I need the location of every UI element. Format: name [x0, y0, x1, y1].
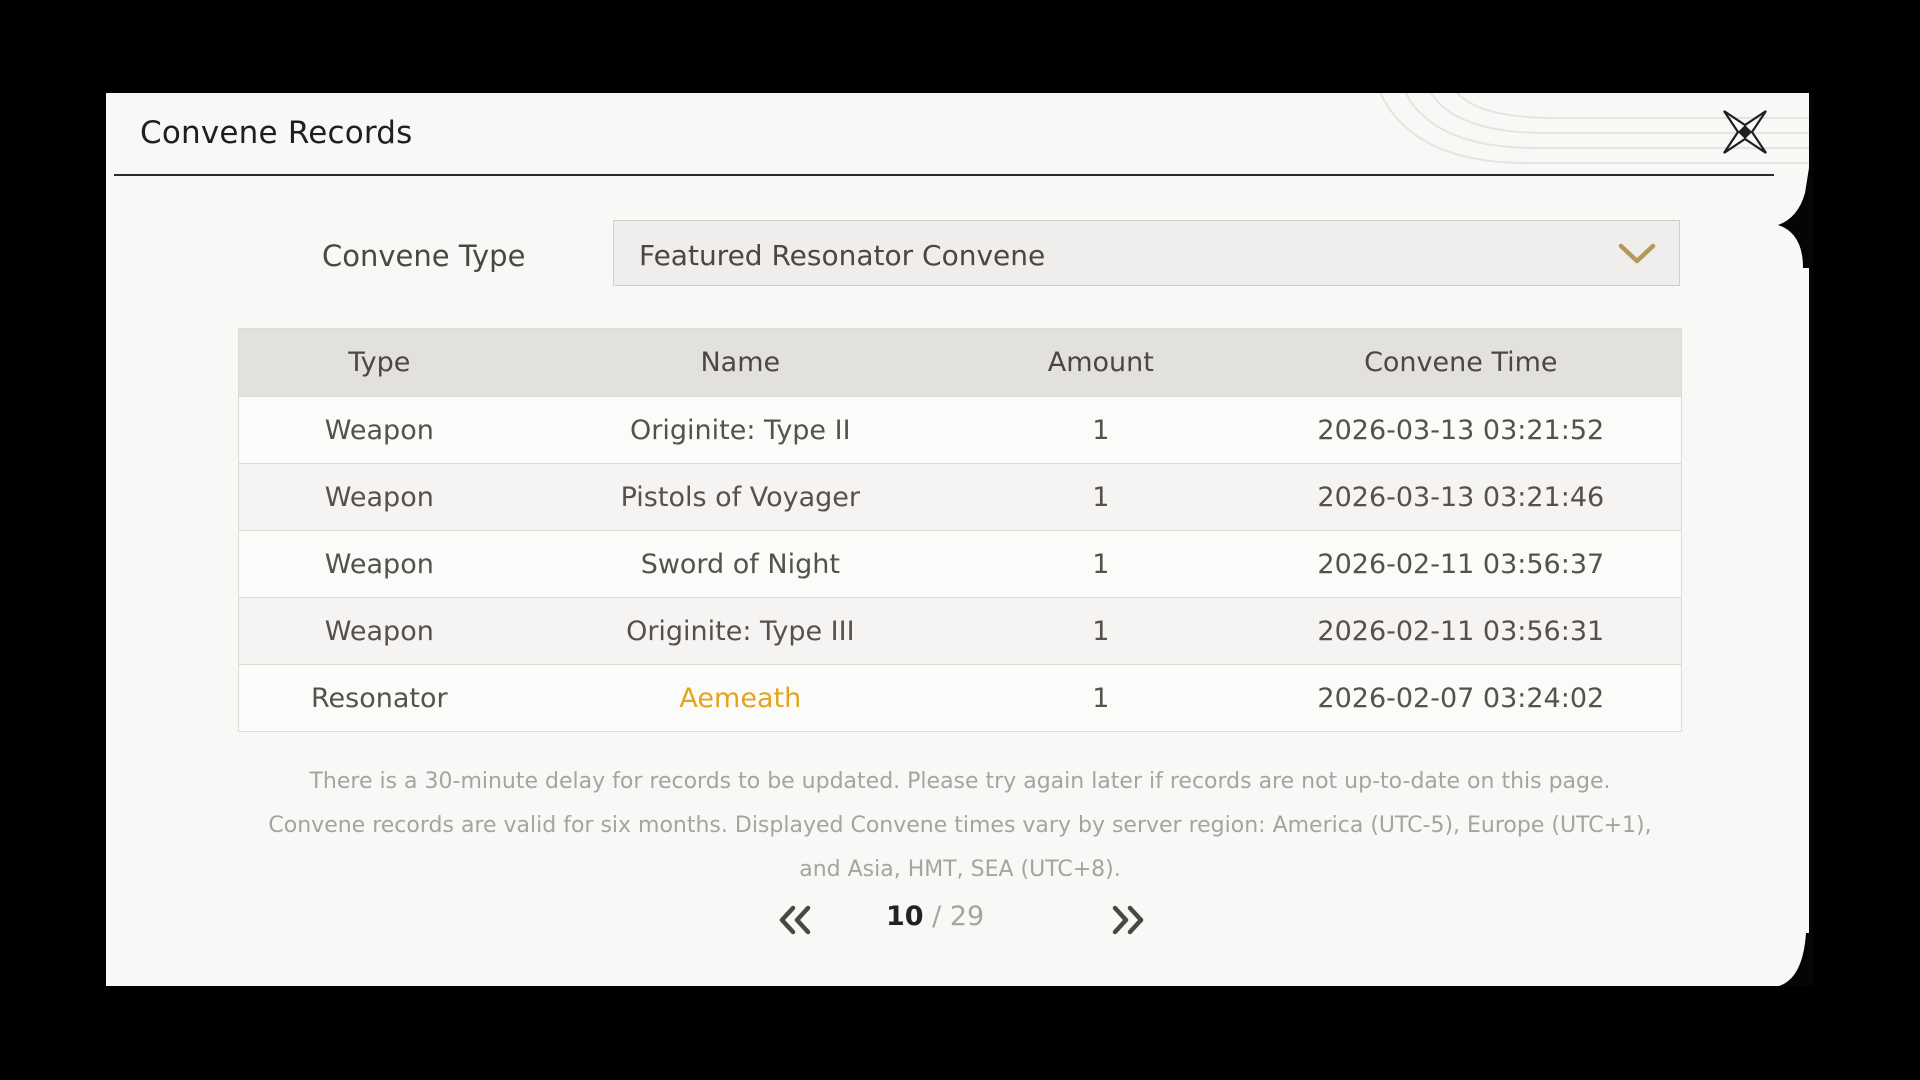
- convene-type-value: Featured Resonator Convene: [639, 239, 1046, 272]
- record-type: Weapon: [324, 548, 434, 580]
- record-amount: 1: [1092, 481, 1110, 513]
- double-chevron-left-icon: [779, 905, 811, 935]
- record-time: 2026-03-13 03:21:46: [1317, 481, 1605, 513]
- record-name: Sword of Night: [640, 548, 840, 580]
- close-x-icon: [1723, 110, 1767, 154]
- record-type: Weapon: [324, 481, 434, 513]
- column-header-type: Type: [348, 347, 411, 378]
- record-time: 2026-02-11 03:56:37: [1317, 548, 1605, 580]
- record-type: Resonator: [311, 682, 448, 714]
- convene-type-label: Convene Type: [322, 239, 526, 273]
- record-time: 2026-02-07 03:24:02: [1317, 682, 1605, 714]
- table-row: Weapon Originite: Type II 1 2026-03-13 0…: [239, 396, 1681, 463]
- table-row: Resonator Aemeath 1 2026-02-07 03:24:02: [239, 664, 1681, 731]
- previous-page-button[interactable]: [776, 903, 816, 937]
- notice-line: and Asia, HMT, SEA (UTC+8).: [799, 857, 1121, 882]
- record-amount: 1: [1092, 682, 1110, 714]
- table-header: Type Name Amount Convene Time: [239, 329, 1681, 396]
- page-indicator: 10 / 29: [886, 901, 984, 932]
- page-separator: /: [923, 901, 950, 932]
- record-amount: 1: [1092, 548, 1110, 580]
- record-name-highlighted: Aemeath: [679, 682, 802, 714]
- record-name: Originite: Type II: [630, 414, 851, 446]
- total-pages: 29: [949, 901, 985, 932]
- double-chevron-right-icon: [1112, 905, 1144, 935]
- record-amount: 1: [1092, 414, 1110, 446]
- notice-line: Convene records are valid for six months…: [268, 813, 1652, 838]
- dialog-header: Convene Records: [114, 93, 1774, 176]
- records-notice: There is a 30-minute delay for records t…: [238, 760, 1682, 892]
- record-time: 2026-02-11 03:56:31: [1317, 615, 1605, 647]
- table-row: Weapon Pistols of Voyager 1 2026-03-13 0…: [239, 463, 1681, 530]
- records-table: Type Name Amount Convene Time Weapon Ori…: [238, 328, 1682, 732]
- record-amount: 1: [1092, 615, 1110, 647]
- convene-records-dialog: Convene Records Convene Type Featured Re…: [106, 93, 1813, 986]
- record-time: 2026-03-13 03:21:52: [1317, 414, 1605, 446]
- record-type: Weapon: [324, 615, 434, 647]
- next-page-button[interactable]: [1107, 903, 1147, 937]
- dialog-title: Convene Records: [140, 115, 413, 151]
- record-name: Pistols of Voyager: [620, 481, 860, 513]
- record-type: Weapon: [324, 414, 434, 446]
- pagination: 10 / 29: [106, 901, 1813, 941]
- frame-corner-decoration: [1773, 93, 1813, 986]
- column-header-time: Convene Time: [1364, 347, 1558, 378]
- current-page: 10: [886, 901, 924, 932]
- column-header-amount: Amount: [1047, 347, 1154, 378]
- close-button[interactable]: [1720, 107, 1770, 157]
- table-body: Weapon Originite: Type II 1 2026-03-13 0…: [239, 396, 1681, 731]
- record-name: Originite: Type III: [626, 615, 855, 647]
- column-header-name: Name: [700, 347, 781, 378]
- table-row: Weapon Sword of Night 1 2026-02-11 03:56…: [239, 530, 1681, 597]
- convene-type-dropdown[interactable]: Featured Resonator Convene: [613, 220, 1680, 286]
- table-row: Weapon Originite: Type III 1 2026-02-11 …: [239, 597, 1681, 664]
- notice-line: There is a 30-minute delay for records t…: [309, 769, 1611, 794]
- chevron-down-icon: [1618, 243, 1656, 264]
